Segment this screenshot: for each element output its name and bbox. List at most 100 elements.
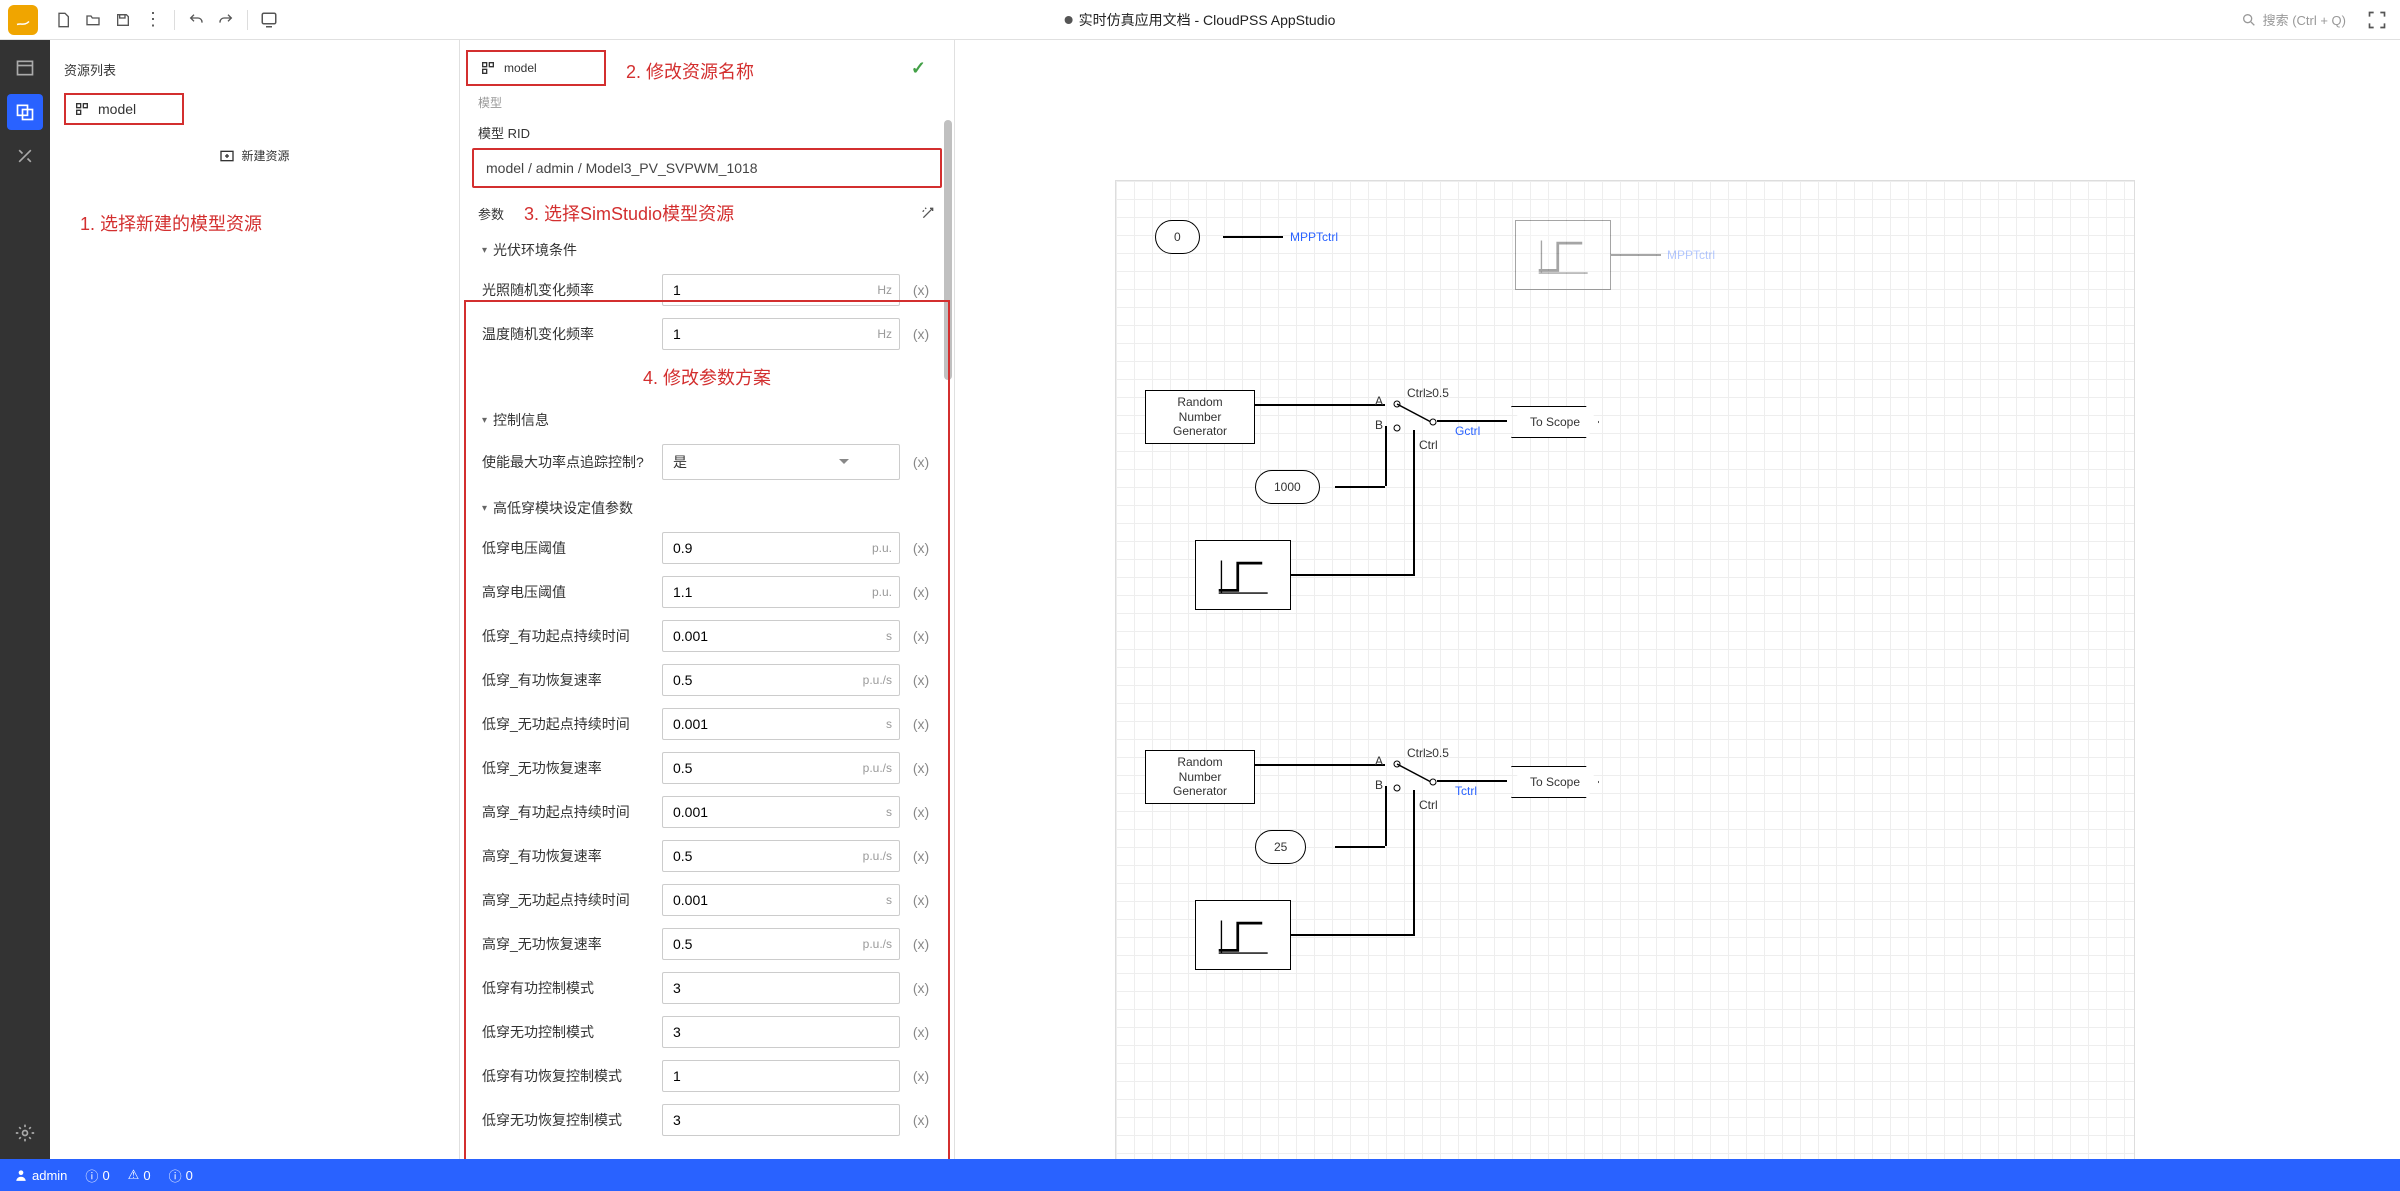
step-block[interactable]: [1195, 900, 1291, 970]
scope-block[interactable]: To Scope: [1511, 406, 1599, 438]
switch-icon[interactable]: [1391, 398, 1441, 438]
rid-value: model / admin / Model3_PV_SVPWM_1018: [486, 160, 758, 176]
const-block[interactable]: 1000: [1255, 470, 1320, 504]
expr-button[interactable]: (x): [910, 1068, 932, 1084]
expr-button[interactable]: (x): [910, 936, 932, 952]
expr-button[interactable]: (x): [910, 1112, 932, 1128]
wire: [1255, 764, 1385, 766]
params-label: 参数: [478, 204, 504, 223]
rail-panel-icon[interactable]: [7, 50, 43, 86]
search-box[interactable]: 搜索 (Ctrl + Q): [2241, 10, 2346, 29]
group-header-ctrl[interactable]: ▾控制信息: [472, 398, 942, 438]
more-icon[interactable]: ⋮: [138, 5, 168, 35]
group-header-env[interactable]: ▾光伏环境条件: [472, 228, 942, 268]
param-unit: p.u./s: [863, 761, 892, 775]
undo-icon[interactable]: [181, 5, 211, 35]
param-p_high_rp_rec: 高穿_无功恢复速率 p.u./s (x): [472, 922, 942, 966]
param-p_low_ap_mode: 低穿有功控制模式 (x): [472, 966, 942, 1010]
param-p_low_ap_start: 低穿_有功起点持续时间 s (x): [472, 614, 942, 658]
param-select[interactable]: 是: [662, 444, 900, 480]
expr-button[interactable]: (x): [910, 628, 932, 644]
param-unit: p.u.: [872, 585, 892, 599]
grid-background: [1115, 180, 2135, 1159]
expr-button[interactable]: (x): [910, 540, 932, 556]
open-folder-icon[interactable]: [78, 5, 108, 35]
expr-button[interactable]: (x): [910, 760, 932, 776]
properties-panel: model 2. 修改资源名称 ✓ 模型 模型 RID model / admi…: [460, 40, 955, 1159]
status-warn[interactable]: ⚠0: [128, 1167, 151, 1183]
param-input[interactable]: [662, 1104, 900, 1136]
group-label: 高低穿模块设定值参数: [493, 498, 633, 518]
param-unit: s: [886, 629, 892, 643]
param-unit: p.u./s: [863, 937, 892, 951]
expr-button[interactable]: (x): [910, 1024, 932, 1040]
expr-button[interactable]: (x): [910, 326, 932, 342]
param-input[interactable]: [662, 972, 900, 1004]
expr-button[interactable]: (x): [910, 892, 932, 908]
param-input[interactable]: [662, 576, 900, 608]
rng-block[interactable]: RandomNumberGenerator: [1145, 750, 1255, 804]
status-user-label: admin: [32, 1168, 67, 1183]
status-info[interactable]: ⓘ0: [85, 1166, 109, 1185]
const-block[interactable]: 25: [1255, 830, 1306, 864]
wire: [1385, 426, 1387, 486]
search-placeholder: 搜索 (Ctrl + Q): [2263, 10, 2346, 29]
save-icon[interactable]: [108, 5, 138, 35]
magic-wand-icon[interactable]: [920, 205, 936, 221]
wire: [1223, 236, 1283, 238]
status-err[interactable]: ⓘ0: [169, 1166, 193, 1185]
param-input[interactable]: [662, 796, 900, 828]
expr-button[interactable]: (x): [910, 804, 932, 820]
rid-input[interactable]: model / admin / Model3_PV_SVPWM_1018: [472, 148, 942, 188]
expr-button[interactable]: (x): [910, 980, 932, 996]
group-header-hvrt[interactable]: ▾高低穿模块设定值参数: [472, 486, 942, 526]
param-input[interactable]: [662, 532, 900, 564]
port-label-b: B: [1375, 418, 1383, 432]
param-input[interactable]: [662, 1016, 900, 1048]
param-label: 高穿_有功起点持续时间: [482, 802, 652, 822]
resource-item-model[interactable]: model: [64, 93, 184, 125]
param-input[interactable]: [662, 318, 900, 350]
param-input[interactable]: [662, 620, 900, 652]
param-p_low_rp_rmode: 低穿无功恢复控制模式 (x): [472, 1098, 942, 1142]
expr-button[interactable]: (x): [910, 848, 932, 864]
model-name-field[interactable]: model: [466, 50, 606, 86]
rng-block[interactable]: RandomNumberGenerator: [1145, 390, 1255, 444]
rail-layers-icon[interactable]: [7, 94, 43, 130]
expr-button[interactable]: (x): [910, 716, 932, 732]
rail-settings-icon[interactable]: [7, 1115, 43, 1151]
param-label: 高穿_有功恢复速率: [482, 846, 652, 866]
rail-tools-icon[interactable]: [7, 138, 43, 174]
status-user[interactable]: admin: [14, 1168, 67, 1183]
redo-icon[interactable]: [211, 5, 241, 35]
top-toolbar: ⋮ 实时仿真应用文档 - CloudPSS AppStudio 搜索 (Ctrl…: [0, 0, 2400, 40]
switch-icon[interactable]: [1391, 758, 1441, 798]
fullscreen-icon[interactable]: [2362, 5, 2392, 35]
param-label: 高穿电压阈值: [482, 582, 652, 602]
const-block-0[interactable]: 0: [1155, 220, 1200, 254]
annotation-1: 1. 选择新建的模型资源: [80, 210, 262, 236]
param-label: 低穿电压阈值: [482, 538, 652, 558]
run-icon[interactable]: [254, 5, 284, 35]
step-block[interactable]: [1195, 540, 1291, 610]
step-block-faded[interactable]: [1515, 220, 1611, 290]
new-resource-button[interactable]: 新建资源: [64, 139, 445, 172]
diagram-canvas[interactable]: 0 MPPTctrl MPPTctrl RandomNumberGenerato…: [955, 40, 2400, 1159]
expr-button[interactable]: (x): [910, 672, 932, 688]
expr-button[interactable]: (x): [910, 584, 932, 600]
new-file-icon[interactable]: [48, 5, 78, 35]
param-input[interactable]: [662, 1060, 900, 1092]
model-sublabel: 模型: [466, 92, 948, 121]
ctrl-port-label: Ctrl: [1419, 798, 1438, 812]
param-unit: p.u./s: [863, 673, 892, 687]
group-label: 控制信息: [493, 410, 549, 430]
expr-button[interactable]: (x): [910, 454, 932, 470]
param-input[interactable]: [662, 884, 900, 916]
param-input[interactable]: [662, 274, 900, 306]
scrollbar[interactable]: [944, 120, 952, 380]
param-unit: s: [886, 717, 892, 731]
scope-block[interactable]: To Scope: [1511, 766, 1599, 798]
param-input[interactable]: [662, 708, 900, 740]
param-label: 低穿_有功起点持续时间: [482, 626, 652, 646]
expr-button[interactable]: (x): [910, 282, 932, 298]
